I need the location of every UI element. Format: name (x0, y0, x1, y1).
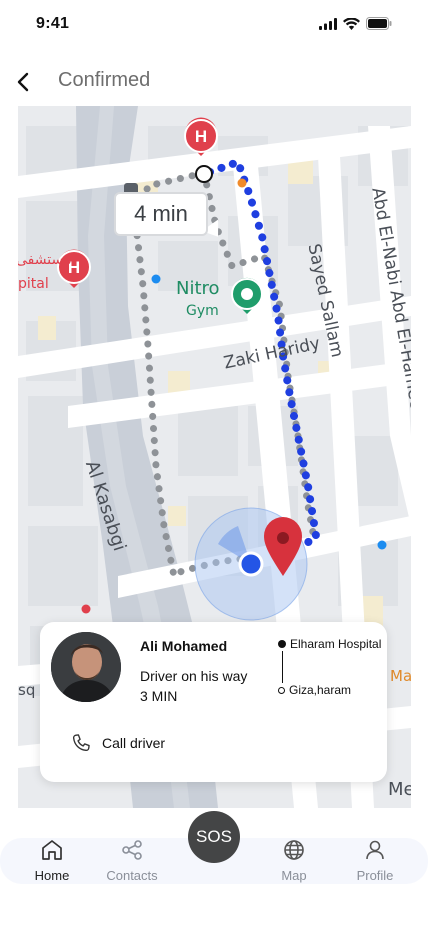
call-driver-button[interactable]: Call driver (70, 732, 165, 754)
phone-icon (72, 734, 90, 752)
header: Confirmed (0, 58, 428, 106)
nav-profile-label: Profile (356, 868, 394, 883)
call-driver-label: Call driver (102, 735, 166, 751)
driver-status: Driver on his way (140, 668, 248, 684)
home-icon (42, 840, 62, 860)
nav-contacts-label: Contacts (106, 868, 158, 883)
svg-text:H: H (195, 127, 207, 146)
status-icons (319, 17, 392, 30)
map-label-partial-sq: sq (18, 681, 36, 699)
sos-button[interactable]: SOS (188, 811, 240, 863)
wifi-icon (343, 17, 360, 30)
share-icon (122, 840, 142, 860)
nav-home[interactable]: Home (17, 838, 87, 884)
route-pickup: Elharam Hospital (278, 637, 381, 651)
hospital-name-partial: pital (18, 276, 49, 292)
map-label-partial-ma: Ma (390, 667, 411, 685)
page-title: Confirmed (58, 69, 151, 91)
driver-card: Ali Mohamed Driver on his way 3 MIN Elha… (40, 622, 387, 782)
route-connector (282, 651, 283, 683)
chevron-left-icon (17, 72, 29, 92)
place-name-label: Nitro (176, 278, 220, 299)
person-icon (366, 840, 384, 860)
nav-map[interactable]: Map (259, 838, 329, 884)
place-type-label: Gym (186, 303, 219, 319)
hospital-name-arabic: مستشفى (18, 252, 72, 268)
driver-eta: 3 MIN (140, 688, 178, 704)
driver-avatar (51, 632, 121, 702)
status-bar: 9:41 (0, 0, 428, 48)
destination-dot-icon (278, 686, 285, 694)
nav-map-label: Map (281, 868, 307, 883)
route-destination: Giza,haram (278, 683, 351, 697)
driver-name: Ali Mohamed (140, 638, 228, 654)
back-button[interactable] (14, 68, 36, 94)
map-label-partial-me: Me (388, 779, 411, 800)
status-time: 9:41 (36, 15, 70, 32)
signal-icon (319, 17, 337, 30)
globe-icon (284, 840, 304, 860)
battery-icon (366, 17, 392, 30)
nav-contacts[interactable]: Contacts (97, 838, 167, 884)
pickup-label: Elharam Hospital (290, 637, 382, 651)
nav-profile[interactable]: Profile (340, 838, 410, 884)
pickup-dot-icon (278, 640, 286, 648)
eta-bubble: 4 min (114, 192, 208, 236)
destination-label: Giza,haram (289, 683, 352, 697)
nav-home-label: Home (34, 868, 70, 883)
